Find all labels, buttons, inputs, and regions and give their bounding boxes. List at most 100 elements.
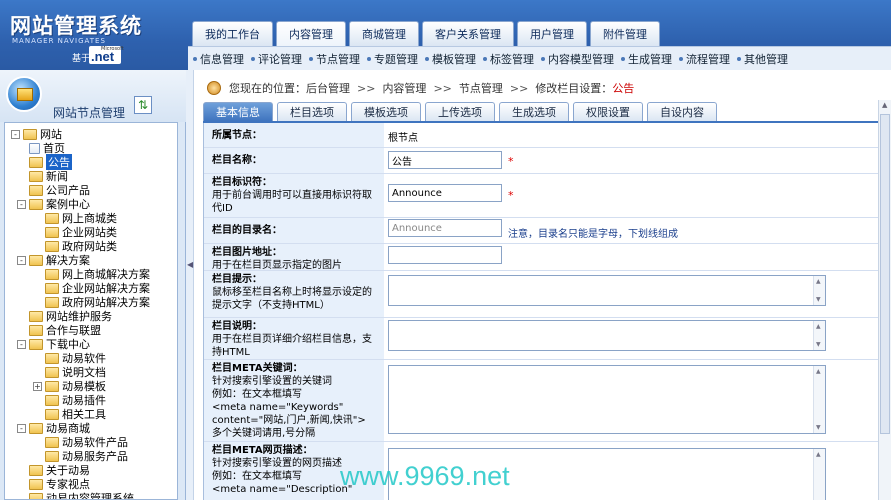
- tree-node[interactable]: + 动易模板: [33, 379, 106, 393]
- panel-splitter[interactable]: ◀: [186, 70, 194, 500]
- collapse-icon[interactable]: -: [11, 129, 20, 139]
- tree-node[interactable]: - 动易商城: [17, 421, 90, 435]
- form-row-tips: 栏目提示： 鼠标移至栏目名称上时将显示设定的提示文字（不支持HTML） ▲ ▼: [204, 271, 880, 318]
- main-tabs: 我的工作台 内容管理 商城管理 客户关系管理 用户管理 附件管理: [192, 21, 660, 46]
- tree-node[interactable]: 政府网站类: [45, 239, 117, 253]
- tree-node[interactable]: 企业网站解决方案: [45, 281, 150, 295]
- tab-basic-info[interactable]: 基本信息: [203, 102, 273, 121]
- identifier-input[interactable]: [388, 184, 502, 202]
- folder-icon: [29, 478, 43, 490]
- tab-column-options[interactable]: 栏目选项: [277, 102, 347, 121]
- tab-permissions[interactable]: 权限设置: [573, 102, 643, 121]
- tab-generate-options[interactable]: 生成选项: [499, 102, 569, 121]
- tree-node-selected[interactable]: 公告: [29, 154, 72, 170]
- tab-custom-content[interactable]: 自设内容: [647, 102, 717, 121]
- subnav-nodes[interactable]: 节点管理: [309, 51, 360, 67]
- subnav-info[interactable]: 信息管理: [193, 51, 244, 67]
- scrollbar[interactable]: ▲ ▼: [813, 321, 825, 350]
- subnav-generate[interactable]: 生成管理: [621, 51, 672, 67]
- field-desc: 针对搜索引擎设置的关键词: [212, 376, 332, 387]
- tab-template-options[interactable]: 模板选项: [351, 102, 421, 121]
- collapse-icon[interactable]: -: [17, 255, 26, 265]
- tree-node[interactable]: 网上商城类: [45, 211, 117, 225]
- breadcrumb-item[interactable]: 节点管理: [459, 80, 503, 96]
- keywords-textarea[interactable]: ▲ ▼: [388, 365, 826, 434]
- subnav-label: 节点管理: [316, 52, 360, 66]
- folder-icon: [29, 464, 43, 476]
- tab-content-management[interactable]: 内容管理: [276, 21, 346, 46]
- breadcrumb-item[interactable]: 内容管理: [382, 80, 426, 96]
- tree-node[interactable]: 合作与联盟: [29, 323, 101, 337]
- subnav-topics[interactable]: 专题管理: [367, 51, 418, 67]
- tree-node[interactable]: 说明文档: [45, 365, 106, 379]
- bullet-icon: [367, 56, 371, 61]
- folder-icon: [29, 422, 43, 434]
- folder-icon: [29, 338, 43, 350]
- intro-textarea[interactable]: ▲ ▼: [388, 320, 826, 351]
- expand-icon[interactable]: +: [33, 381, 42, 391]
- tab-workbench[interactable]: 我的工作台: [192, 21, 273, 46]
- breadcrumb-prefix: 您现在的位置：: [229, 82, 306, 95]
- tree-node[interactable]: 首页: [29, 141, 65, 155]
- sub-nav: 信息管理 评论管理 节点管理 专题管理 模板管理 标签管理 内容模型管理 生成管…: [188, 46, 891, 70]
- scroll-thumb[interactable]: [880, 114, 890, 434]
- logo: 网站管理系统 MANAGER NAVIGATES 基于 Microsoft .n…: [0, 0, 188, 70]
- tree-node[interactable]: 网站维护服务: [29, 309, 112, 323]
- form-row-image: 栏目图片地址： 用于在栏目页显示指定的图片: [204, 244, 880, 271]
- tree-node[interactable]: 动易插件: [45, 393, 106, 407]
- folder-icon: [45, 366, 59, 378]
- collapse-icon[interactable]: -: [17, 423, 26, 433]
- tab-shop-management[interactable]: 商城管理: [349, 21, 419, 46]
- tree-node[interactable]: 动易内容管理系统: [29, 491, 134, 499]
- directory-input[interactable]: [388, 219, 502, 237]
- tab-crm[interactable]: 客户关系管理: [422, 21, 514, 46]
- tree-node[interactable]: 专家视点: [29, 477, 90, 491]
- tree-node[interactable]: 动易服务产品: [45, 449, 128, 463]
- folder-icon: [45, 268, 59, 280]
- tree-node[interactable]: 公司产品: [29, 183, 90, 197]
- image-url-input[interactable]: [388, 246, 502, 264]
- subnav-templates[interactable]: 模板管理: [425, 51, 476, 67]
- scrollbar[interactable]: ▲ ▼: [813, 366, 825, 433]
- tips-textarea[interactable]: ▲ ▼: [388, 275, 826, 306]
- collapse-icon[interactable]: -: [17, 199, 26, 209]
- tree-node[interactable]: 企业网站类: [45, 225, 117, 239]
- folder-icon: [45, 450, 59, 462]
- tree-node[interactable]: 关于动易: [29, 463, 90, 477]
- directory-note: 注意，目录名只能是字母，下划线组成: [508, 229, 678, 240]
- tree-node[interactable]: 新闻: [29, 169, 68, 183]
- tree-node[interactable]: 动易软件产品: [45, 435, 128, 449]
- sidebar-title: 网站节点管理: [53, 106, 126, 120]
- tree-node[interactable]: - 下载中心: [17, 337, 90, 351]
- tree-node[interactable]: 动易软件: [45, 351, 106, 365]
- tree-node[interactable]: 网上商城解决方案: [45, 267, 150, 281]
- tree-node[interactable]: 政府网站解决方案: [45, 295, 150, 309]
- bullet-icon: [193, 56, 197, 61]
- folder-icon: [29, 492, 43, 499]
- refresh-icon[interactable]: ⇅: [134, 96, 152, 114]
- subnav-workflow[interactable]: 流程管理: [679, 51, 730, 67]
- subnav-comments[interactable]: 评论管理: [251, 51, 302, 67]
- collapse-icon[interactable]: -: [17, 339, 26, 349]
- column-name-input[interactable]: [388, 151, 502, 169]
- subnav-tags[interactable]: 标签管理: [483, 51, 534, 67]
- scroll-up-icon[interactable]: ▲: [882, 101, 887, 109]
- subnav-content-models[interactable]: 内容模型管理: [541, 51, 614, 67]
- subnav-label: 信息管理: [200, 52, 244, 66]
- page-scrollbar[interactable]: ▲: [878, 100, 891, 500]
- tree-node[interactable]: - 解决方案: [17, 253, 90, 267]
- logo-subtitle: MANAGER NAVIGATES: [12, 37, 106, 45]
- tab-attachment-management[interactable]: 附件管理: [590, 21, 660, 46]
- subnav-other[interactable]: 其他管理: [737, 51, 788, 67]
- tree-node[interactable]: - 网站: [11, 127, 62, 141]
- scrollbar[interactable]: ▲ ▼: [813, 276, 825, 305]
- tree-node[interactable]: - 案例中心: [17, 197, 90, 211]
- collapse-arrow-icon[interactable]: ◀: [187, 260, 193, 269]
- required-mark: *: [508, 189, 514, 202]
- tab-upload-options[interactable]: 上传选项: [425, 102, 495, 121]
- scrollbar[interactable]: ▲: [813, 449, 825, 500]
- folder-icon: [23, 128, 37, 140]
- tab-user-management[interactable]: 用户管理: [517, 21, 587, 46]
- tree-node[interactable]: 相关工具: [45, 407, 106, 421]
- breadcrumb-item[interactable]: 后台管理: [306, 80, 350, 96]
